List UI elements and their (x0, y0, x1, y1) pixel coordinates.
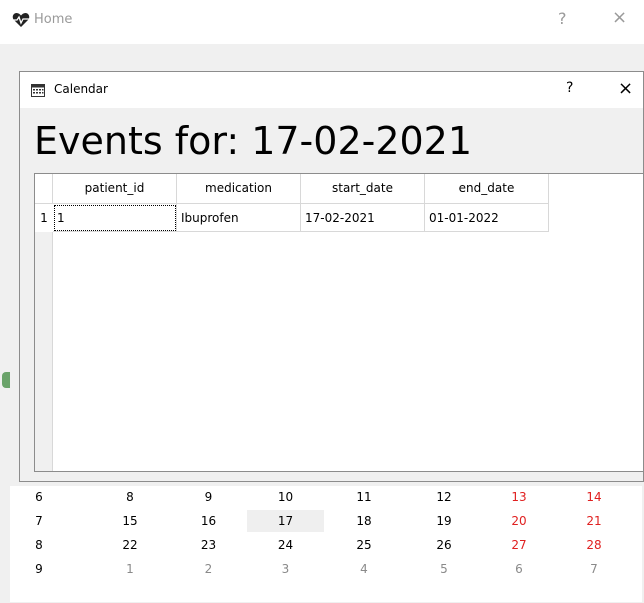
calendar-day[interactable]: 18 (324, 510, 404, 532)
calendar-week-row: 7 15 16 17 18 19 20 21 (10, 510, 642, 532)
calendar-day[interactable]: 10 (247, 486, 324, 508)
calendar-day-weekend[interactable]: 20 (484, 510, 554, 532)
column-header-start-date[interactable]: start_date (301, 174, 425, 204)
row-header[interactable]: 1 (35, 204, 53, 232)
calendar-day-weekend[interactable]: 28 (554, 534, 634, 556)
side-indicator (2, 372, 10, 388)
events-heading: Events for: 17-02-2021 (34, 119, 473, 163)
main-close-button[interactable]: × (612, 7, 627, 28)
calendar-day[interactable]: 26 (404, 534, 484, 556)
dialog-title-bar: Calendar ? × (20, 72, 643, 108)
row-header-column (35, 204, 53, 471)
dialog-title: Calendar (54, 82, 108, 96)
calendar-day[interactable]: 24 (247, 534, 324, 556)
table-cell-end-date[interactable]: 01-01-2022 (425, 204, 549, 232)
calendar-day[interactable]: 12 (404, 486, 484, 508)
main-help-button[interactable]: ? (558, 9, 567, 28)
week-number: 7 (35, 514, 43, 528)
week-number: 6 (35, 490, 43, 504)
calendar-day-other-month[interactable]: 1 (90, 558, 170, 580)
calendar-week-row: 6 8 9 10 11 12 13 14 (10, 486, 642, 508)
calendar-day-other-month[interactable]: 2 (170, 558, 247, 580)
dialog-help-button[interactable]: ? (566, 80, 573, 96)
calendar-day-other-month[interactable]: 3 (247, 558, 324, 580)
main-window-title: Home (34, 12, 73, 27)
dialog-close-button[interactable]: × (618, 78, 633, 99)
calendar-week-row: 8 22 23 24 25 26 27 28 (10, 534, 642, 556)
calendar-day-weekend[interactable]: 14 (554, 486, 634, 508)
calendar-day-selected[interactable]: 17 (247, 510, 324, 532)
calendar-day-other-month[interactable]: 7 (554, 558, 634, 580)
calendar-day[interactable]: 19 (404, 510, 484, 532)
table-header: patient_id medication start_date end_dat… (35, 174, 643, 204)
heart-pulse-icon (12, 13, 30, 27)
calendar-day[interactable]: 8 (90, 486, 170, 508)
calendar-day-other-month[interactable]: 5 (404, 558, 484, 580)
column-header-patient-id[interactable]: patient_id (53, 174, 177, 204)
events-table[interactable]: patient_id medication start_date end_dat… (34, 173, 644, 472)
calendar-day-weekend[interactable]: 21 (554, 510, 634, 532)
calendar-day[interactable]: 25 (324, 534, 404, 556)
calendar-day-weekend[interactable]: 27 (484, 534, 554, 556)
calendar-day[interactable]: 15 (90, 510, 170, 532)
calendar-day[interactable]: 9 (170, 486, 247, 508)
calendar-week-row: 9 1 2 3 4 5 6 7 (10, 558, 642, 580)
calendar-grid: 6 8 9 10 11 12 13 14 7 15 16 17 18 19 20… (10, 486, 642, 602)
calendar-icon (31, 84, 45, 97)
calendar-day[interactable]: 11 (324, 486, 404, 508)
calendar-day[interactable]: 16 (170, 510, 247, 532)
table-cell-medication[interactable]: Ibuprofen (177, 204, 301, 232)
calendar-day-other-month[interactable]: 4 (324, 558, 404, 580)
app-root: Home ? × 6 8 9 10 11 12 13 14 7 15 16 17… (0, 0, 644, 603)
calendar-day[interactable]: 22 (90, 534, 170, 556)
week-number: 9 (35, 562, 43, 576)
calendar-day-weekend[interactable]: 13 (484, 486, 554, 508)
table-corner-button[interactable] (35, 174, 53, 204)
calendar-day[interactable]: 23 (170, 534, 247, 556)
calendar-day-other-month[interactable]: 6 (484, 558, 554, 580)
table-cell-patient-id[interactable]: 1 (53, 204, 177, 232)
week-number: 8 (35, 538, 43, 552)
column-header-medication[interactable]: medication (177, 174, 301, 204)
calendar-dialog: Calendar ? × Events for: 17-02-2021 pati… (19, 71, 644, 482)
column-header-end-date[interactable]: end_date (425, 174, 549, 204)
table-cell-start-date[interactable]: 17-02-2021 (301, 204, 425, 232)
main-title-bar: Home ? × (0, 0, 644, 44)
